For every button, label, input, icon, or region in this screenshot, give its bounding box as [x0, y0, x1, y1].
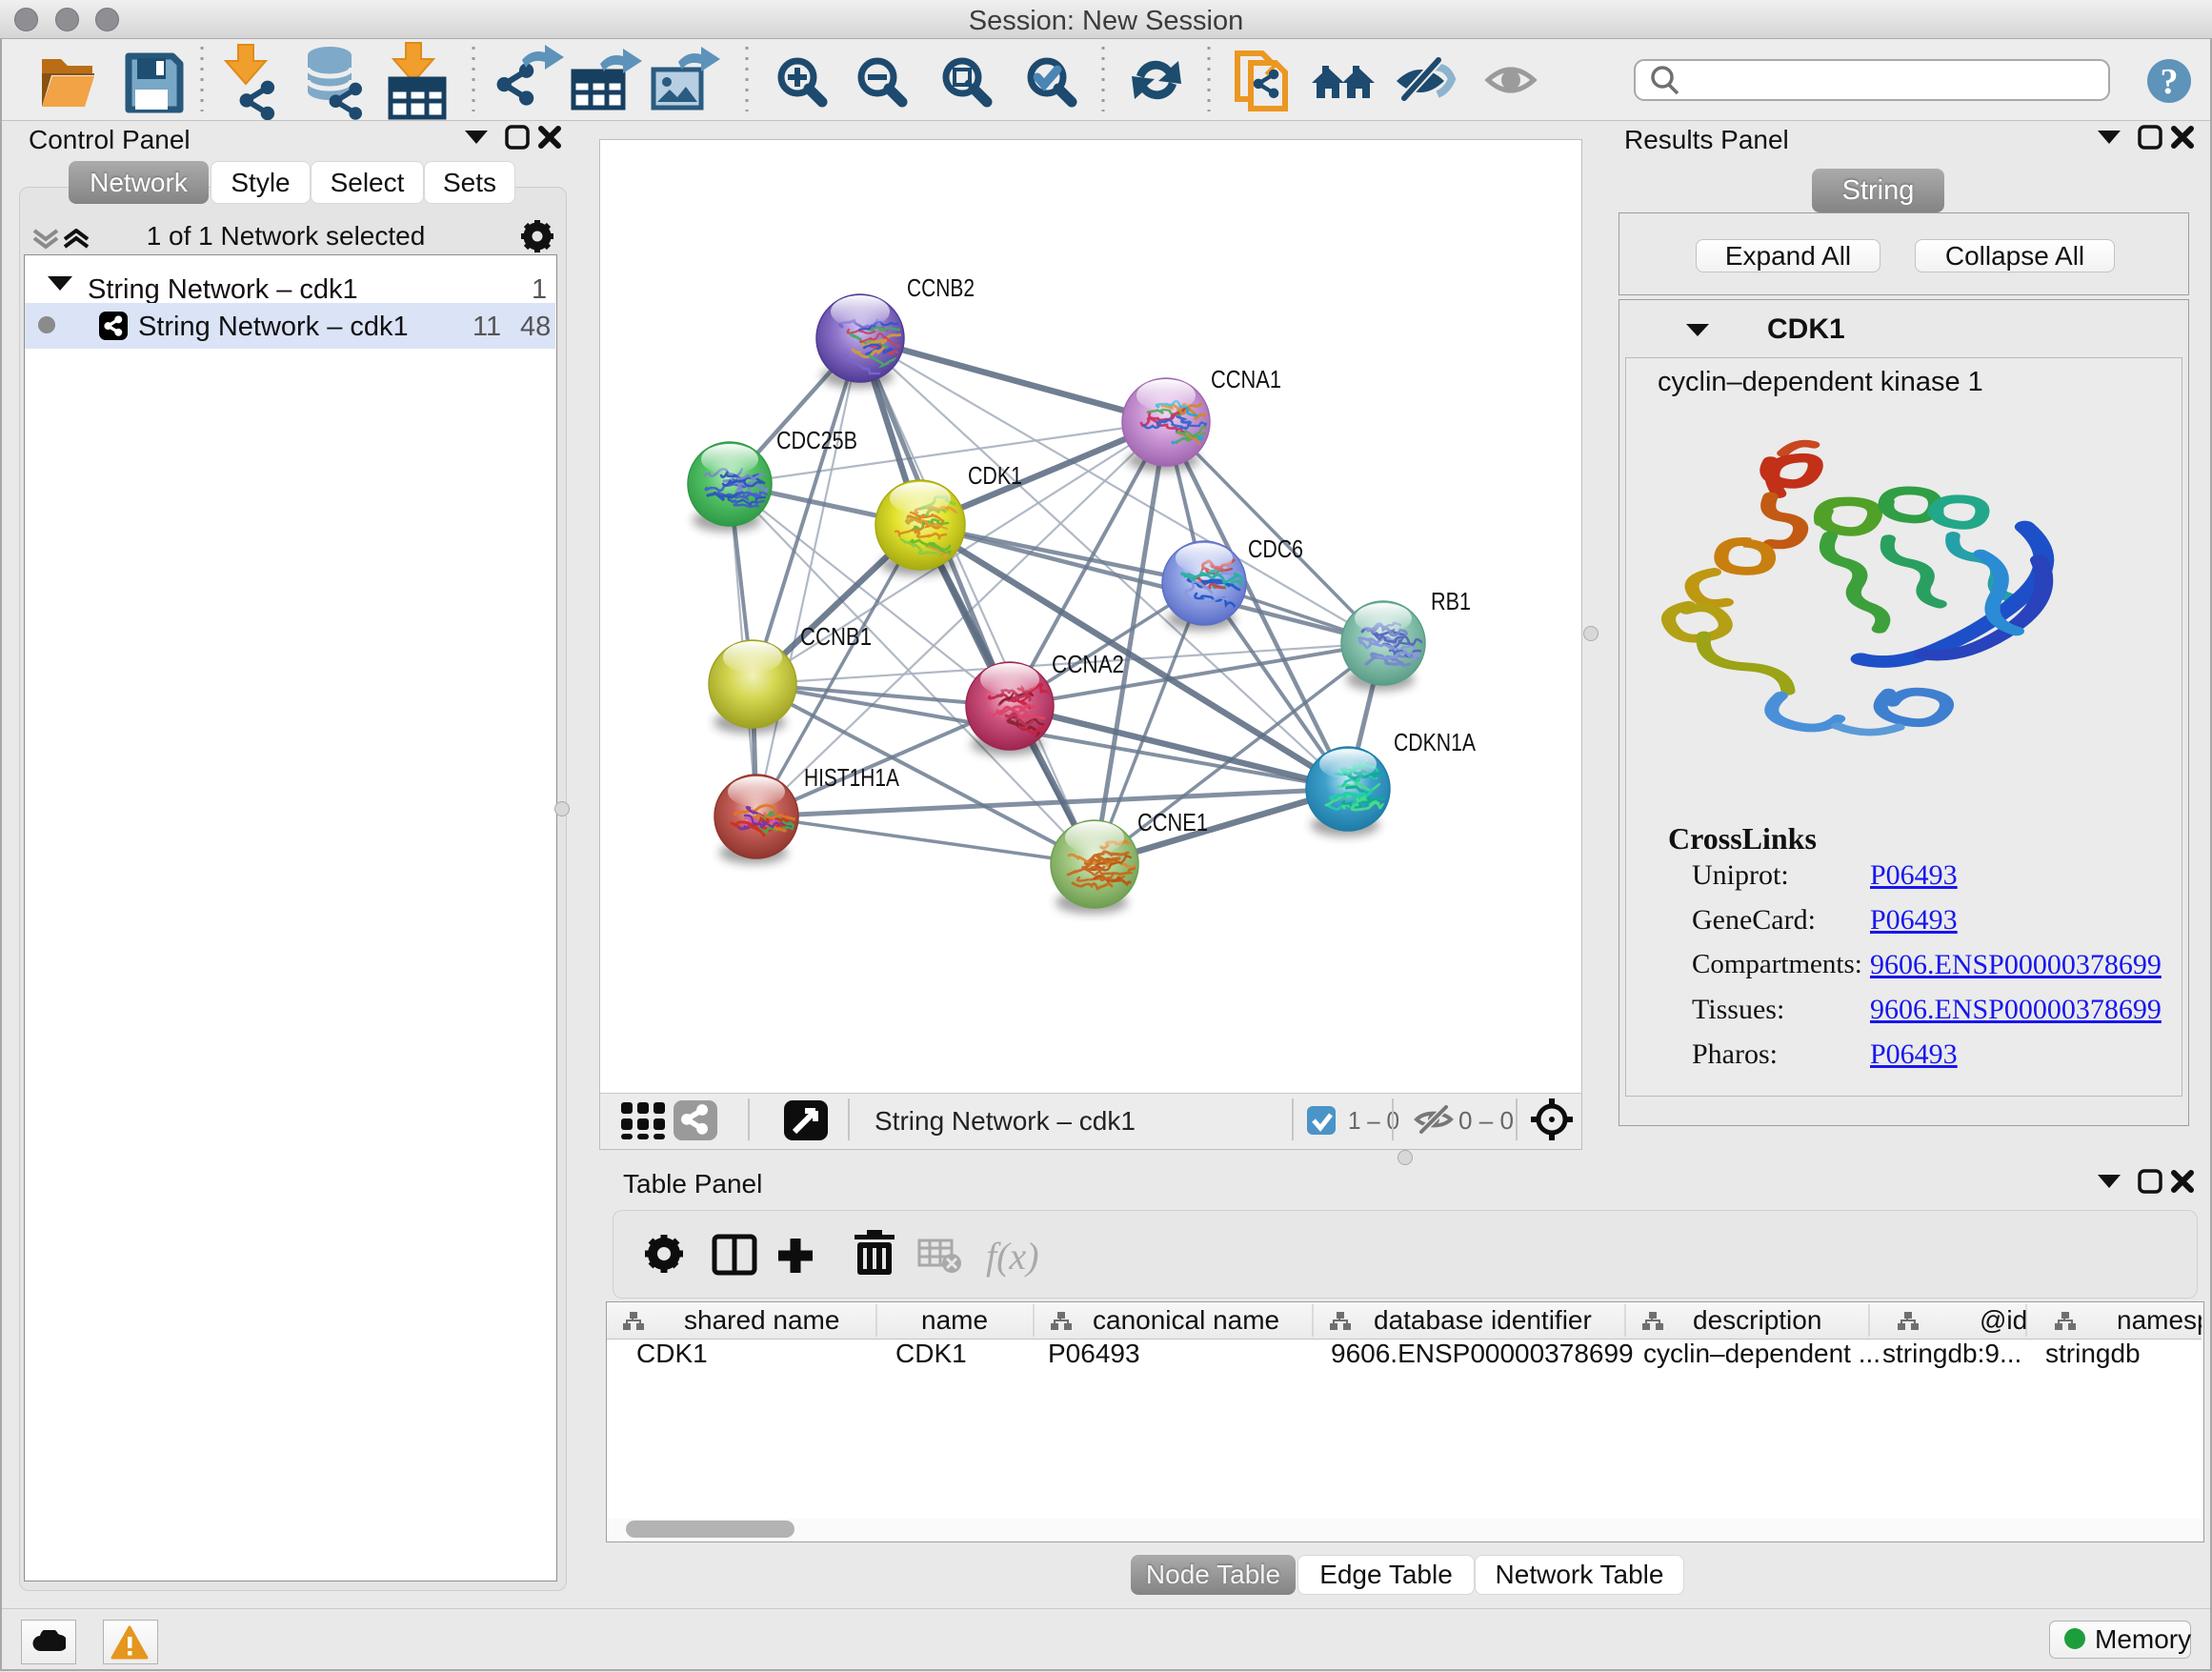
svg-text:RB1: RB1: [1431, 587, 1471, 615]
svg-text:namespace: namespace: [2117, 1305, 2202, 1335]
svg-text:CDKN1A: CDKN1A: [1394, 728, 1477, 756]
svg-text:CDK1: CDK1: [968, 461, 1022, 490]
svg-text:cyclin–dependent ...: cyclin–dependent ...: [1643, 1339, 1880, 1368]
svg-text:CCNA1: CCNA1: [1211, 365, 1281, 393]
svg-text:0 – 0: 0 – 0: [1458, 1106, 1514, 1135]
svg-text:CDK1: CDK1: [636, 1339, 708, 1368]
svg-text:name: name: [921, 1305, 988, 1335]
svg-text:stringdb:9...: stringdb:9...: [1882, 1339, 2021, 1368]
svg-text:HIST1H1A: HIST1H1A: [804, 763, 900, 792]
svg-text:P06493: P06493: [1048, 1339, 1140, 1368]
svg-text:String Network – cdk1: String Network – cdk1: [875, 1106, 1136, 1136]
svg-text:database identifier: database identifier: [1374, 1305, 1592, 1335]
svg-text:f(x): f(x): [986, 1235, 1039, 1278]
svg-text:CCNB1: CCNB1: [800, 622, 872, 651]
svg-text:CCNA2: CCNA2: [1052, 650, 1124, 678]
svg-text:CCNE1: CCNE1: [1137, 808, 1208, 836]
svg-text:1 – 0: 1 – 0: [1348, 1106, 1399, 1135]
svg-text:CDC25B: CDC25B: [776, 426, 857, 454]
svg-text:description: description: [1693, 1305, 1821, 1335]
svg-text:CDK1: CDK1: [895, 1339, 967, 1368]
svg-text:?: ?: [2161, 62, 2179, 102]
svg-text:shared name: shared name: [684, 1305, 839, 1335]
svg-text:CCNB2: CCNB2: [907, 273, 975, 302]
svg-text:@id: @id: [1980, 1305, 2027, 1335]
svg-text:canonical name: canonical name: [1093, 1305, 1279, 1335]
svg-text:stringdb: stringdb: [2045, 1339, 2141, 1368]
svg-text:9606.ENSP00000378699: 9606.ENSP00000378699: [1331, 1339, 1634, 1368]
svg-text:CDC6: CDC6: [1248, 534, 1303, 563]
